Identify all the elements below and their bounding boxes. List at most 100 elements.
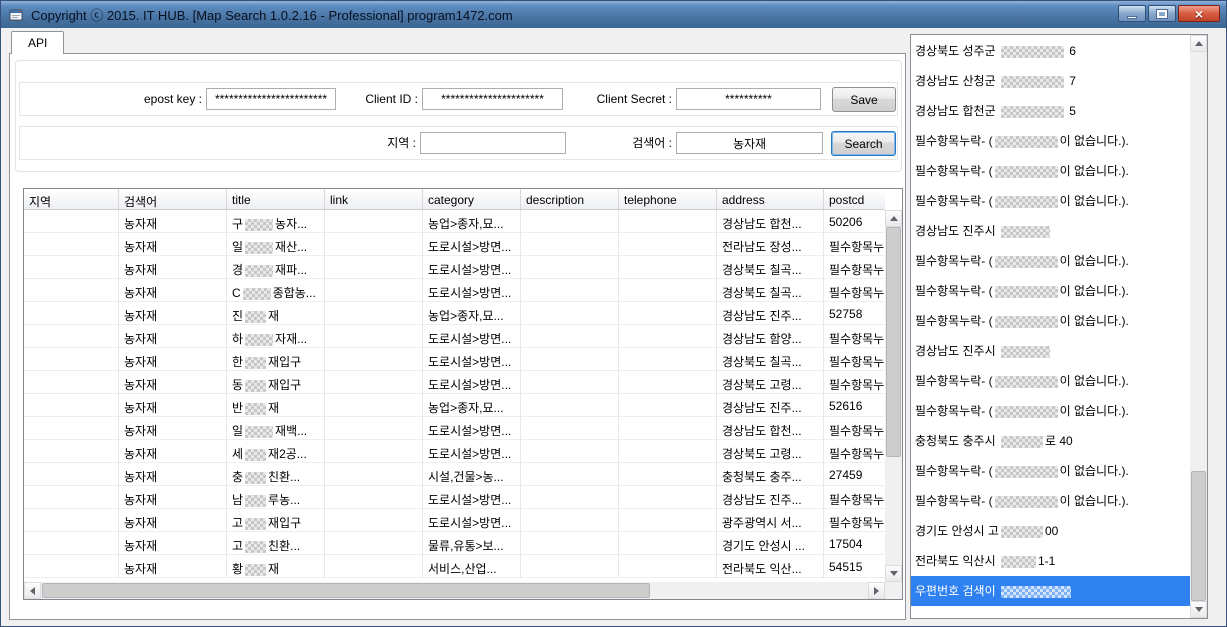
client-secret-input[interactable]	[676, 88, 821, 110]
titlebar[interactable]: Copyright ⓒ 2015. IT HUB. [Map Search 1.…	[1, 1, 1226, 28]
grid-scroll-up-button[interactable]	[885, 210, 902, 227]
column-header-title[interactable]: title	[227, 189, 325, 210]
cell-postcd: 필수항목누락	[824, 233, 885, 256]
column-header-postcd[interactable]: postcd	[824, 189, 885, 210]
log-item[interactable]: 필수항목누락- (이 없습니다.).	[911, 246, 1190, 276]
cell-address: 경상남도 진주...	[717, 486, 824, 509]
log-vertical-scrollbar[interactable]	[1190, 35, 1207, 618]
maximize-icon	[1157, 10, 1167, 18]
cell-telephone	[619, 325, 717, 348]
log-item[interactable]: 필수항목누락- (이 없습니다.).	[911, 486, 1190, 516]
table-row[interactable]: 농자재경재파...도로시설>방면...경상북도 칠곡...필수항목누락	[24, 256, 885, 279]
redacted-text	[245, 380, 266, 392]
column-header-address[interactable]: address	[717, 189, 824, 210]
cell-postcd: 필수항목누락	[824, 440, 885, 463]
table-row[interactable]: 농자재고친환...물류,유통>보...경기도 안성시 ...17504	[24, 532, 885, 555]
log-item[interactable]: 경상남도 합천군 5	[911, 96, 1190, 126]
cell-address: 전라북도 익산...	[717, 555, 824, 578]
column-header-category[interactable]: category	[423, 189, 521, 210]
results-grid: 지역검색어titlelinkcategorydescriptiontelepho…	[23, 188, 903, 600]
table-row[interactable]: 농자재일재백...도로시설>방면...경상남도 합천...필수항목누락	[24, 417, 885, 440]
client-id-input[interactable]	[422, 88, 563, 110]
table-row[interactable]: 농자재남루농...도로시설>방면...경상남도 진주...필수항목누락	[24, 486, 885, 509]
cell-category: 물류,유통>보...	[423, 532, 521, 555]
grid-scroll-down-button[interactable]	[885, 565, 902, 582]
cell-telephone	[619, 348, 717, 371]
table-row[interactable]: 농자재동재입구도로시설>방면...경상북도 고령...필수항목누락	[24, 371, 885, 394]
redacted-text	[1001, 226, 1050, 238]
log-item[interactable]: 필수항목누락- (이 없습니다.).	[911, 366, 1190, 396]
log-item[interactable]: 경상남도 산청군 7	[911, 66, 1190, 96]
cell-title: 진재	[227, 302, 325, 325]
cell-telephone	[619, 440, 717, 463]
log-item[interactable]: 경상남도 진주시	[911, 216, 1190, 246]
table-row[interactable]: 농자재구농자...농업>종자,묘...경상남도 합천...50206	[24, 210, 885, 233]
log-item[interactable]: 우편번호 검색이	[911, 576, 1190, 606]
column-header-region[interactable]: 지역	[24, 189, 119, 210]
cell-keyword: 농자재	[119, 440, 227, 463]
grid-vertical-scrollbar[interactable]	[885, 210, 902, 582]
log-item[interactable]: 필수항목누락- (이 없습니다.).	[911, 396, 1190, 426]
cell-region	[24, 210, 119, 233]
minimize-icon	[1127, 16, 1137, 19]
close-button[interactable]: ×	[1178, 5, 1220, 22]
tab-api[interactable]: API	[11, 31, 64, 54]
keyword-input[interactable]	[676, 132, 823, 154]
cell-category: 도로시설>방면...	[423, 348, 521, 371]
table-row[interactable]: 농자재충친환...시설,건물>농...충청북도 충주...27459	[24, 463, 885, 486]
grid-vscroll-thumb[interactable]	[886, 227, 901, 457]
cell-description	[521, 348, 619, 371]
table-row[interactable]: 농자재황재서비스,산업...전라북도 익산...54515	[24, 555, 885, 578]
log-item[interactable]: 경기도 안성시 고00	[911, 516, 1190, 546]
arrow-up-icon	[1195, 41, 1203, 46]
log-item[interactable]: 필수항목누락- (이 없습니다.).	[911, 126, 1190, 156]
cell-address: 충청북도 충주...	[717, 463, 824, 486]
cell-category: 도로시설>방면...	[423, 509, 521, 532]
log-vscroll-thumb[interactable]	[1191, 471, 1206, 601]
column-header-description[interactable]: description	[521, 189, 619, 210]
cell-region	[24, 348, 119, 371]
cell-category: 도로시설>방면...	[423, 256, 521, 279]
grid-hscroll-thumb[interactable]	[42, 583, 650, 598]
table-row[interactable]: 농자재고재입구도로시설>방면...광주광역시 서...필수항목누락	[24, 509, 885, 532]
table-row[interactable]: 농자재C종합농...도로시설>방면...경상북도 칠곡...필수항목누락	[24, 279, 885, 302]
log-scroll-up-button[interactable]	[1190, 35, 1207, 52]
log-item[interactable]: 경상남도 진주시	[911, 336, 1190, 366]
log-item[interactable]: 필수항목누락- (이 없습니다.).	[911, 186, 1190, 216]
region-input[interactable]	[420, 132, 566, 154]
cell-address: 경상북도 고령...	[717, 440, 824, 463]
log-item[interactable]: 경상북도 성주군 6	[911, 36, 1190, 66]
cell-title: 반재	[227, 394, 325, 417]
search-button[interactable]: Search	[831, 131, 896, 156]
minimize-button[interactable]	[1118, 5, 1146, 22]
log-item[interactable]: 전라북도 익산시 1-1	[911, 546, 1190, 576]
save-button[interactable]: Save	[832, 87, 896, 112]
table-row[interactable]: 농자재일재산...도로시설>방면...전라남도 장성...필수항목누락	[24, 233, 885, 256]
column-header-telephone[interactable]: telephone	[619, 189, 717, 210]
redacted-text	[1001, 346, 1050, 358]
cell-link	[325, 532, 423, 555]
table-row[interactable]: 농자재진재농업>종자,묘...경상남도 진주...52758	[24, 302, 885, 325]
table-row[interactable]: 농자재반재농업>종자,묘...경상남도 진주...52616	[24, 394, 885, 417]
table-row[interactable]: 농자재세재2공...도로시설>방면...경상북도 고령...필수항목누락	[24, 440, 885, 463]
maximize-button[interactable]	[1148, 5, 1176, 22]
log-item[interactable]: 필수항목누락- (이 없습니다.).	[911, 276, 1190, 306]
cell-title: 일재산...	[227, 233, 325, 256]
epost-key-input[interactable]	[206, 88, 336, 110]
redacted-text	[245, 564, 266, 576]
cell-keyword: 농자재	[119, 233, 227, 256]
log-item[interactable]: 필수항목누락- (이 없습니다.).	[911, 306, 1190, 336]
grid-horizontal-scrollbar[interactable]	[24, 582, 885, 599]
column-header-keyword[interactable]: 검색어	[119, 189, 227, 210]
log-item[interactable]: 충청북도 충주시 로 40	[911, 426, 1190, 456]
table-row[interactable]: 농자재하자재...도로시설>방면...경상남도 함양...필수항목누락	[24, 325, 885, 348]
column-header-link[interactable]: link	[325, 189, 423, 210]
log-scroll-down-button[interactable]	[1190, 601, 1207, 618]
grid-scroll-left-button[interactable]	[24, 582, 41, 599]
log-item[interactable]: 필수항목누락- (이 없습니다.).	[911, 156, 1190, 186]
app-icon	[9, 7, 25, 23]
arrow-right-icon	[874, 587, 879, 595]
table-row[interactable]: 농자재한재입구도로시설>방면...경상북도 칠곡...필수항목누락	[24, 348, 885, 371]
log-item[interactable]: 필수항목누락- (이 없습니다.).	[911, 456, 1190, 486]
grid-scroll-right-button[interactable]	[868, 582, 885, 599]
